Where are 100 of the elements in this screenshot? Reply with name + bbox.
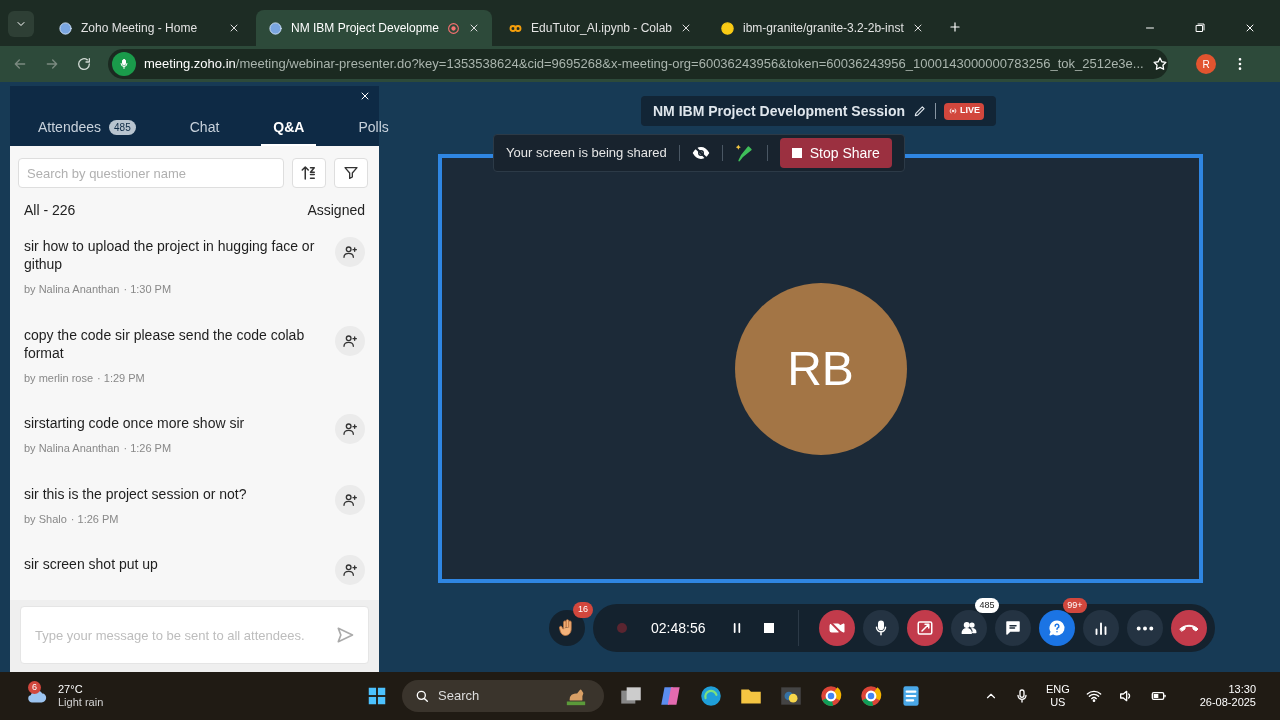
question-time: · 1:26 PM xyxy=(123,441,172,456)
new-tab-icon[interactable] xyxy=(947,20,962,34)
message-field[interactable]: Type your message to be sent to all attendees. xyxy=(20,606,369,664)
recording-timer: 02:48:56 xyxy=(651,618,706,638)
people-icon xyxy=(959,619,978,637)
tab-list-button[interactable] xyxy=(8,11,34,37)
assign-button[interactable] xyxy=(335,325,365,356)
question-time: · 1:29 PM xyxy=(97,370,145,386)
reload-icon[interactable] xyxy=(76,56,92,72)
forward-icon[interactable] xyxy=(44,56,60,72)
person-add-icon xyxy=(342,332,358,349)
question-text: sir screen shot put up xyxy=(24,555,159,573)
back-icon[interactable] xyxy=(12,56,28,72)
meeting-control-button[interactable] xyxy=(950,610,987,646)
tab-title: ibm-granite/granite-3.2-2b-inst xyxy=(743,20,904,37)
meeting-control-button[interactable] xyxy=(1038,610,1075,646)
panel-tab[interactable]: Attendees 485 xyxy=(26,110,148,146)
session-title: NM IBM Project Development Session xyxy=(653,101,906,121)
assign-button[interactable] xyxy=(335,484,365,515)
assigned-tab[interactable]: Assigned xyxy=(307,200,365,221)
question-author: by merlin rose xyxy=(24,370,94,386)
globe-icon xyxy=(268,20,283,36)
assign-button[interactable] xyxy=(335,414,365,444)
chat-icon xyxy=(1003,619,1022,637)
filter-label[interactable]: All - 226 xyxy=(24,200,76,221)
clock-time[interactable]: 13:30 xyxy=(1228,683,1256,696)
tab-title: NM IBM Project Developme xyxy=(291,20,440,37)
globe-icon xyxy=(58,20,73,36)
profile-avatar[interactable]: R xyxy=(1196,54,1216,74)
meeting-control-button[interactable] xyxy=(1082,610,1119,646)
weather-text: Light rain xyxy=(58,696,104,709)
marker-icon[interactable] xyxy=(734,143,755,163)
search-field[interactable]: Search by questioner name xyxy=(18,158,284,188)
question-text: sir this is the project session or not? xyxy=(24,484,248,503)
assign-button[interactable] xyxy=(335,237,365,267)
meeting-control-button[interactable] xyxy=(994,610,1031,646)
panel-tab[interactable]: Chat xyxy=(177,110,232,146)
temperature: 27°C xyxy=(58,683,84,696)
broadcast-icon xyxy=(948,106,959,116)
count-badge: 485 xyxy=(109,119,136,135)
record-indicator xyxy=(617,623,627,633)
close-icon[interactable] xyxy=(228,22,240,34)
question-time: · 1:26 PM xyxy=(70,511,119,527)
question-text: sirstarting code once more show sir xyxy=(24,414,246,432)
meeting-control-button[interactable] xyxy=(1126,610,1163,646)
panel-tab[interactable]: Polls xyxy=(346,110,401,146)
count-badge: 485 xyxy=(975,598,999,613)
meeting-control-button[interactable] xyxy=(862,610,899,646)
taskbar-search[interactable]: Search xyxy=(402,680,604,712)
tab-title: EduTutor_AI.ipynb - Colab xyxy=(531,20,672,37)
address-bar[interactable]: meeting.zoho.in/meeting/webinar-presenter.do?key=1353538624&cid=9695268&x-meeting-org=60036243956&token=60036243956_1000143000000783256_tok_2512e3e... xyxy=(108,49,1168,79)
browser-tab[interactable]: NM IBM Project Developme xyxy=(256,10,493,46)
search-icon xyxy=(414,688,430,704)
question-time: · 1:30 PM xyxy=(123,282,172,297)
eye-off-icon[interactable] xyxy=(691,144,710,162)
meeting-control-button[interactable] xyxy=(818,610,855,646)
filter-icon xyxy=(343,165,359,181)
close-icon[interactable] xyxy=(680,22,692,34)
meeting-control-button[interactable] xyxy=(906,610,943,646)
share-off-icon xyxy=(915,619,934,637)
stop-recording-icon[interactable] xyxy=(763,623,774,633)
browser-tab[interactable]: EduTutor_AI.ipynb - Colab xyxy=(496,10,704,46)
live-badge: LIVE xyxy=(944,102,985,120)
hang-up-icon xyxy=(1178,624,1199,632)
language-code[interactable]: ENG xyxy=(1045,683,1070,696)
region-code[interactable]: US xyxy=(1050,696,1066,709)
restore-icon[interactable] xyxy=(1194,22,1206,34)
share-status: Your screen is being shared xyxy=(506,144,667,163)
clock-date[interactable]: 26-08-2025 xyxy=(1199,696,1256,709)
url-text: meeting.zoho.in/meeting/webinar-presenter.do?key=1353538624&cid=9695268&x-meeting-org=60036243956&token=60036243956_1000143000000783256_tok_2512e3e... xyxy=(144,55,1144,74)
count-badge: 99+ xyxy=(1063,598,1087,613)
question-icon xyxy=(1047,619,1066,637)
wifi-icon[interactable] xyxy=(1085,688,1102,704)
panel-tab[interactable]: Q&A xyxy=(261,110,317,146)
meeting-control-button[interactable] xyxy=(1170,610,1207,646)
stop-icon xyxy=(791,148,802,158)
sort-icon xyxy=(300,164,318,182)
question-text: sir how to upload the project in hugging face or githup xyxy=(24,237,316,273)
assign-button[interactable] xyxy=(335,555,365,585)
question-author: by Shalo xyxy=(24,511,67,527)
pencil-icon[interactable] xyxy=(913,104,928,118)
browser-icon[interactable] xyxy=(698,683,724,709)
presenter-avatar: RB xyxy=(734,282,907,455)
more-icon xyxy=(1135,625,1154,631)
filter-button[interactable] xyxy=(334,158,368,188)
close-icon[interactable] xyxy=(359,90,371,102)
person-add-icon xyxy=(342,562,358,578)
star-icon[interactable] xyxy=(1151,56,1168,72)
question-text: copy the code sir please send the code colab format xyxy=(24,325,306,362)
close-icon[interactable] xyxy=(1244,22,1256,34)
stop-share-button[interactable]: Stop Share xyxy=(779,138,892,168)
count-badge: 6 xyxy=(28,681,41,694)
raise-hand-button[interactable] xyxy=(549,610,585,646)
windows-icon[interactable] xyxy=(366,685,388,707)
person-add-icon xyxy=(342,421,358,437)
microphone-icon xyxy=(112,52,136,76)
browser-tab[interactable]: ibm-granite/granite-3.2-2b-inst xyxy=(708,10,936,46)
sort-button[interactable] xyxy=(292,158,326,188)
browser-tab[interactable]: Zoho Meeting - Home xyxy=(46,10,252,46)
person-add-icon xyxy=(342,244,358,260)
